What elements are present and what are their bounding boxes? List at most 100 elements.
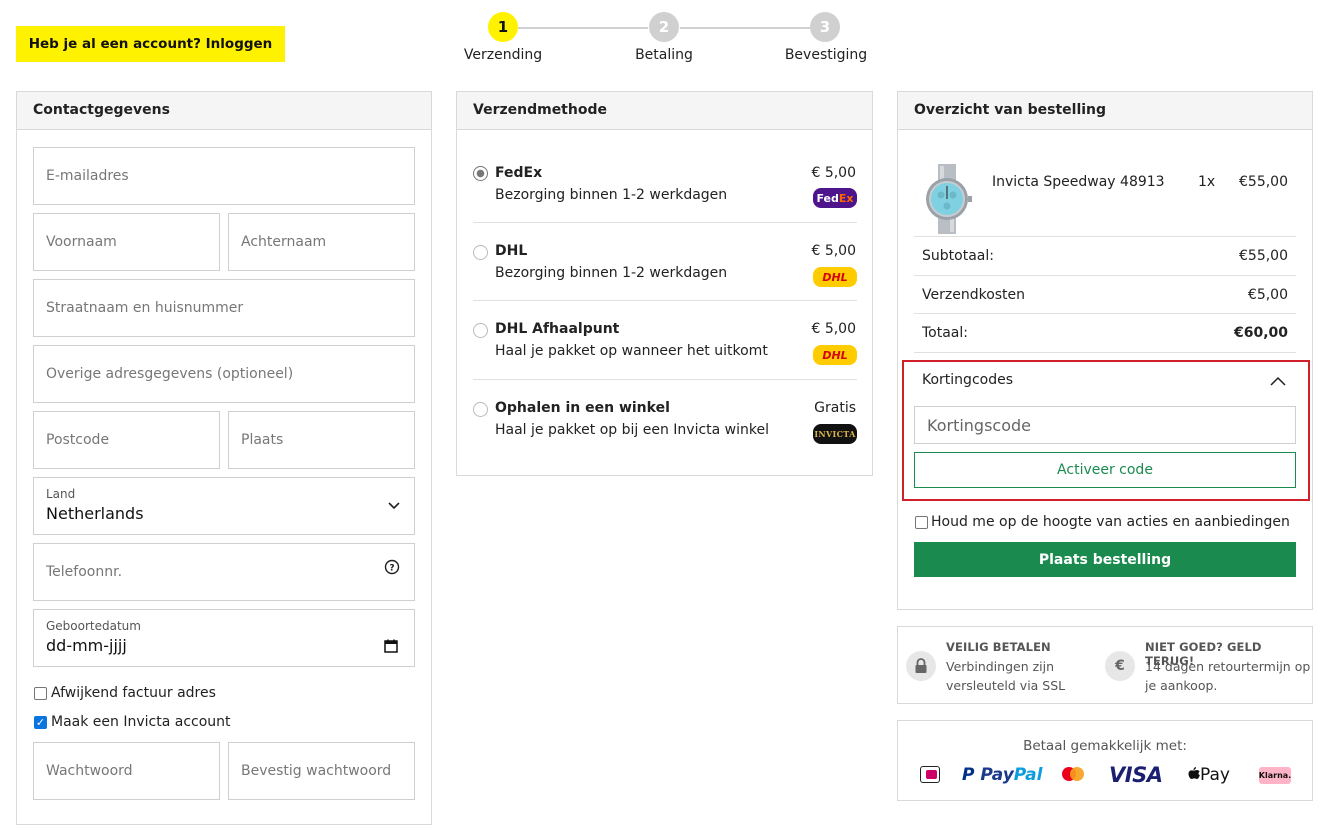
birthdate-field[interactable]: Geboortedatum dd-mm-jjjj [33, 609, 415, 667]
shipping-radio[interactable] [473, 166, 488, 181]
divider [914, 313, 1296, 314]
help-icon[interactable]: ? [384, 559, 400, 575]
total-value: €60,00 [1233, 325, 1288, 341]
email-field[interactable]: E-mailadres [33, 147, 415, 205]
shipping-radio[interactable] [473, 323, 488, 338]
shipping-name: Ophalen in een winkel [495, 400, 670, 416]
shipping-description: Haal je pakket op wanneer het uitkomt [495, 343, 768, 359]
confirm-password-field[interactable]: Bevestig wachtwoord [228, 742, 415, 800]
subtotal-value: €55,00 [1239, 248, 1288, 264]
divider [473, 222, 857, 223]
extra-address-field[interactable]: Overige adresgegevens (optioneel) [33, 345, 415, 403]
country-value: Netherlands [46, 504, 144, 523]
product-quantity: 1x [1198, 174, 1216, 190]
svg-text:?: ? [389, 564, 394, 574]
payment-methods-panel: Betaal gemakkelijk met: P PayPal VISA Pa… [897, 720, 1313, 801]
place-order-button[interactable]: Plaats bestelling [914, 542, 1296, 577]
step-connector [680, 27, 810, 29]
shipping-name: DHL Afhaalpunt [495, 321, 620, 337]
lastname-field[interactable]: Achternaam [228, 213, 415, 271]
extra-address-placeholder: Overige adresgegevens (optioneel) [46, 366, 294, 382]
calendar-icon[interactable] [384, 639, 398, 653]
lock-icon [906, 651, 936, 681]
newsletter-checkbox[interactable] [915, 516, 928, 529]
shipping-radio[interactable] [473, 402, 488, 417]
phone-placeholder: Telefoonnr. [46, 564, 123, 580]
shipping-option-dhl-pickup[interactable]: DHL Afhaalpunt Haal je pakket op wanneer… [473, 310, 857, 380]
shipping-option-dhl[interactable]: DHL Bezorging binnen 1-2 werkdagen € 5,0… [473, 232, 857, 302]
shipping-option-fedex[interactable]: FedEx Bezorging binnen 1-2 werkdagen € 5… [473, 154, 857, 224]
postcode-field[interactable]: Postcode [33, 411, 220, 469]
secure-payment-text-2: versleuteld via SSL [946, 678, 1066, 693]
confirm-password-placeholder: Bevestig wachtwoord [241, 763, 392, 779]
mastercard-icon [1062, 767, 1084, 781]
euro-icon: € [1105, 651, 1135, 681]
divider [914, 236, 1296, 237]
country-select[interactable]: Land Netherlands [33, 477, 415, 535]
shipping-panel: Verzendmethode FedEx Bezorging binnen 1-… [456, 91, 873, 476]
discount-code-placeholder: Kortingscode [927, 415, 1031, 435]
shipping-option-store-pickup[interactable]: Ophalen in een winkel Haal je pakket op … [473, 389, 857, 459]
shipping-price: € 5,00 [811, 321, 856, 337]
shipping-radio[interactable] [473, 245, 488, 260]
phone-field[interactable]: Telefoonnr. ? [33, 543, 415, 601]
contact-panel-title: Contactgegevens [17, 92, 431, 130]
contact-panel: Contactgegevens E-mailadres Voornaam Ach… [16, 91, 432, 825]
klarna-icon: Klarna. [1259, 767, 1291, 784]
different-invoice-checkbox[interactable] [34, 687, 47, 700]
money-back-text-2: je aankoop. [1145, 678, 1218, 693]
shipping-price: Gratis [814, 400, 856, 416]
product-name: Invicta Speedway 48913 [992, 174, 1165, 190]
city-placeholder: Plaats [241, 432, 284, 448]
create-account-label: Maak een Invicta account [51, 714, 231, 730]
shipping-description: Bezorging binnen 1-2 werkdagen [495, 265, 728, 281]
trust-panel: VEILIG BETALEN Verbindingen zijn versleu… [897, 626, 1313, 704]
shipping-panel-title: Verzendmethode [457, 92, 872, 130]
shipping-description: Bezorging binnen 1-2 werkdagen [495, 187, 728, 203]
step-1-label: Verzending [463, 47, 543, 63]
shipping-name: DHL [495, 243, 528, 259]
password-field[interactable]: Wachtwoord [33, 742, 220, 800]
step-1-indicator: 1 [488, 12, 518, 42]
chevron-up-icon[interactable] [1270, 376, 1286, 386]
shipping-price: € 5,00 [811, 243, 856, 259]
ideal-icon [920, 766, 940, 783]
newsletter-label: Houd me op de hoogte van acties en aanbi… [931, 514, 1290, 530]
street-placeholder: Straatnaam en huisnummer [46, 300, 244, 316]
step-2-label: Betaling [635, 47, 693, 63]
fedex-logo-icon: Fed Ex [813, 188, 857, 208]
lastname-placeholder: Achternaam [241, 234, 327, 250]
postcode-placeholder: Postcode [46, 432, 110, 448]
activate-code-button[interactable]: Activeer code [914, 452, 1296, 488]
step-3-label: Bevestiging [784, 47, 868, 63]
street-field[interactable]: Straatnaam en huisnummer [33, 279, 415, 337]
step-2-indicator: 2 [649, 12, 679, 42]
shipping-name: FedEx [495, 165, 543, 181]
discount-code-input[interactable]: Kortingscode [914, 406, 1296, 444]
dhl-logo-icon: DHL [813, 267, 857, 287]
shipping-cost-value: €5,00 [1247, 287, 1288, 303]
order-summary-panel: Overzicht van bestelling Invicta Speedwa… [897, 91, 1313, 610]
country-label: Land [46, 487, 76, 501]
product-price: €55,00 [1239, 174, 1288, 190]
email-placeholder: E-mailadres [46, 168, 129, 184]
login-button[interactable]: Heb je al een account? Inloggen [16, 26, 285, 62]
shipping-price: € 5,00 [811, 165, 856, 181]
step-3-indicator: 3 [810, 12, 840, 42]
divider [473, 300, 857, 301]
total-label: Totaal: [922, 325, 968, 341]
secure-payment-text-1: Verbindingen zijn [946, 659, 1055, 674]
birthdate-label: Geboortedatum [46, 619, 141, 633]
subtotal-label: Subtotaal: [922, 248, 994, 264]
city-field[interactable]: Plaats [228, 411, 415, 469]
birthdate-value: dd-mm-jjjj [46, 636, 127, 655]
create-account-checkbox[interactable]: ✓ [34, 716, 47, 729]
order-summary-title: Overzicht van bestelling [898, 92, 1312, 130]
step-connector [518, 27, 648, 29]
invicta-logo-icon: INVICTA [813, 424, 857, 444]
password-placeholder: Wachtwoord [46, 763, 133, 779]
divider [914, 275, 1296, 276]
discount-title[interactable]: Kortingcodes [922, 372, 1013, 388]
firstname-field[interactable]: Voornaam [33, 213, 220, 271]
money-back-text-1: 14 dagen retourtermijn op [1145, 659, 1311, 674]
